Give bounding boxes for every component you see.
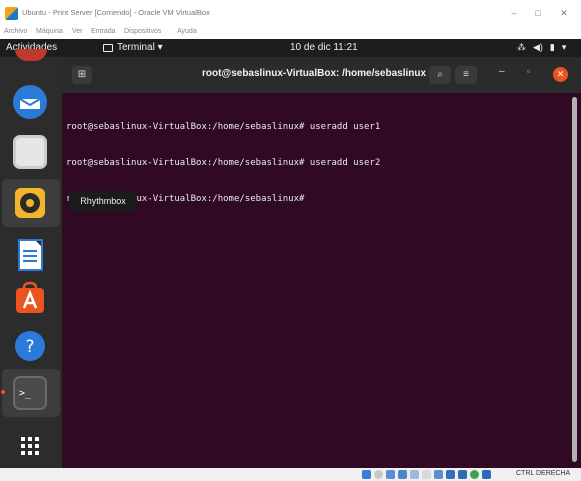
menu-ayuda[interactable]: Ayuda [177,28,197,35]
terminal-line: root@sebaslinux-VirtualBox:/home/sebasli… [66,122,381,132]
svg-text:>_: >_ [19,388,32,399]
svg-text:?: ? [25,337,34,357]
dock-top-partial-icon [15,49,47,61]
terminal-close-button[interactable]: ✕ [553,67,568,82]
host-window-title: Ubuntu - Print Server [Corriendo] - Orac… [22,8,210,17]
rhythmbox-tooltip: Rhythmbox [69,191,137,211]
host-title-bar: Ubuntu - Print Server [Corriendo] - Orac… [0,0,581,27]
mouse-integration-icon[interactable] [470,470,479,479]
search-icon: ⌕ [437,69,443,80]
clock[interactable]: 10 de dic 11:21 [290,42,358,53]
network-icon: ⁂ [517,42,526,52]
close-button[interactable]: ✕ [556,6,572,20]
maximize-button[interactable]: □ [530,6,546,20]
menu-entrada[interactable]: Entrada [91,28,116,35]
libreoffice-writer-icon[interactable] [13,238,47,272]
app-menu-label: Terminal ▾ [117,42,163,53]
vbox-status-icons [362,470,491,479]
terminal-minimize-button[interactable]: – [499,66,505,77]
menu-ver[interactable]: Ver [72,28,83,35]
ubuntu-dock: ? >_ [0,49,62,468]
terminal-title: root@sebaslinux-VirtualBox: /home/sebasl… [202,68,427,79]
cpu-icon[interactable] [458,470,467,479]
terminal-header-bar: ⊞ root@sebaslinux-VirtualBox: /home/seba… [62,57,581,93]
files-icon[interactable] [13,135,47,169]
app-menu[interactable]: Terminal ▾ [103,42,163,53]
keyboard-icon[interactable] [482,470,491,479]
running-indicator [1,390,5,394]
terminal-icon[interactable]: >_ [13,376,47,410]
menu-archivo[interactable]: Archivo [4,28,27,35]
network-adapter-icon[interactable] [398,470,407,479]
virtualbox-logo-icon [5,7,18,20]
vbox-status-bar: CTRL DERECHA [0,468,581,481]
display-icon[interactable] [434,470,443,479]
terminal-window[interactable]: ⊞ root@sebaslinux-VirtualBox: /home/seba… [62,57,581,468]
menu-dispositivos[interactable]: Dispositivos [124,28,161,35]
terminal-menu-button[interactable]: ≡ [455,66,477,84]
ubuntu-top-bar: Actividades Terminal ▾ 10 de dic 11:21 ⁂… [0,39,581,57]
terminal-line: root@sebaslinux-VirtualBox:/home/sebasli… [66,158,381,168]
system-tray[interactable]: ⁂ ◀) ▮ ▾ [517,42,566,53]
thunderbird-icon[interactable] [13,85,47,119]
hamburger-menu-icon: ≡ [463,69,469,80]
help-icon[interactable]: ? [13,329,47,363]
shared-folders-icon[interactable] [422,470,431,479]
terminal-scrollbar[interactable] [572,97,577,462]
battery-icon: ▮ [549,42,555,52]
show-applications-icon[interactable] [13,429,47,463]
ubuntu-software-icon[interactable] [13,281,47,315]
terminal-line: root@sebaslinux-VirtualBox:/home/sebasli… [66,194,305,204]
hard-disk-icon[interactable] [362,470,371,479]
new-tab-button[interactable]: ⊞ [72,66,92,84]
audio-icon[interactable] [386,470,395,479]
rhythmbox-icon[interactable] [13,186,47,220]
menu-maquina[interactable]: Máquina [36,28,63,35]
system-menu-icon: ▾ [561,42,567,52]
minimize-button[interactable]: – [506,6,522,20]
vbox-menu-bar: Archivo Máquina Ver Entrada Dispositivos… [0,27,581,39]
terminal-output[interactable]: root@sebaslinux-VirtualBox:/home/sebasli… [66,97,566,229]
video-capture-icon[interactable] [446,470,455,479]
host-key-label: CTRL DERECHA [516,470,571,477]
optical-drive-icon[interactable] [374,470,383,479]
terminal-maximize-button[interactable]: ▫ [527,67,530,76]
new-tab-icon: ⊞ [77,69,87,80]
terminal-app-icon [103,43,113,52]
usb-icon[interactable] [410,470,419,479]
terminal-search-button[interactable]: ⌕ [429,66,451,84]
volume-icon: ◀) [533,42,543,52]
